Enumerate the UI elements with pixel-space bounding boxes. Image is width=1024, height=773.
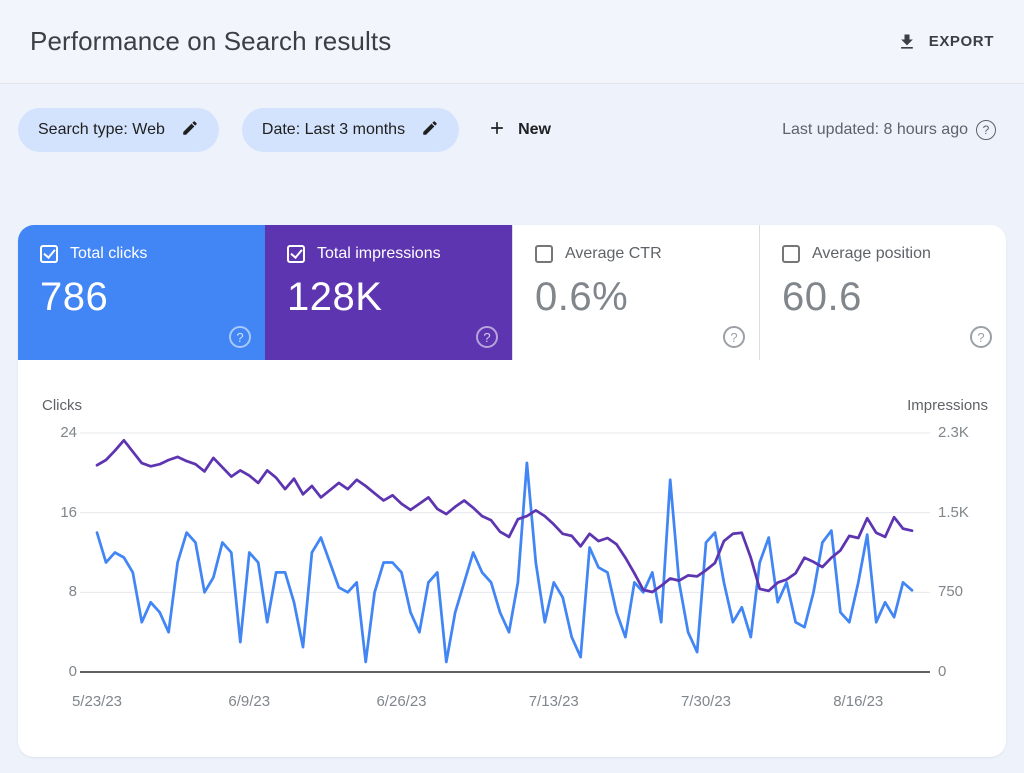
export-label: EXPORT [929, 33, 994, 50]
checkbox-checked-icon[interactable] [287, 245, 305, 263]
series-line-clicks [97, 463, 912, 662]
search-type-chip-label: Search type: Web [38, 121, 165, 139]
metric-value: 128K [287, 275, 490, 320]
metric-value: 786 [40, 275, 243, 320]
x-axis-tick: 7/13/23 [509, 693, 599, 710]
line-chart-canvas[interactable] [18, 405, 1006, 685]
metric-card-total-impressions[interactable]: Total impressions 128K ? [265, 225, 512, 360]
x-axis-tick: 7/30/23 [661, 693, 751, 710]
help-icon[interactable]: ? [970, 326, 992, 348]
export-button[interactable]: EXPORT [897, 32, 994, 52]
filter-row: Search type: Web Date: Last 3 months New… [0, 108, 1024, 152]
download-icon [897, 32, 917, 52]
last-updated-text: Last updated: 8 hours ago [782, 121, 968, 139]
help-icon[interactable]: ? [723, 326, 745, 348]
x-axis-tick: 6/9/23 [204, 693, 294, 710]
right-axis-tick: 2.3K [938, 423, 969, 443]
edit-pencil-icon [421, 119, 439, 142]
metric-value: 60.6 [782, 275, 984, 320]
top-bar: Performance on Search results EXPORT [0, 0, 1024, 84]
right-axis-tick: 750 [938, 582, 963, 602]
right-axis-tick: 0 [938, 662, 946, 682]
new-button-label: New [518, 121, 551, 139]
last-updated-status: Last updated: 8 hours ago ? [782, 120, 996, 140]
checkbox-unchecked-icon[interactable] [535, 245, 553, 263]
left-axis-tick: 8 [18, 582, 77, 602]
plus-icon [487, 118, 507, 143]
x-axis-tick: 5/23/23 [52, 693, 142, 710]
page-title: Performance on Search results [30, 26, 391, 57]
checkbox-unchecked-icon[interactable] [782, 245, 800, 263]
help-icon[interactable]: ? [229, 326, 251, 348]
x-axis-tick: 8/16/23 [813, 693, 903, 710]
metric-row: Total clicks 786 ? Total impressions 128… [18, 225, 1006, 360]
help-icon[interactable]: ? [976, 120, 996, 140]
metric-label: Average CTR [565, 245, 662, 263]
left-axis-tick: 16 [18, 503, 77, 523]
performance-card: Total clicks 786 ? Total impressions 128… [18, 225, 1006, 757]
metric-card-total-clicks[interactable]: Total clicks 786 ? [18, 225, 265, 360]
right-axis-tick: 1.5K [938, 503, 969, 523]
date-range-chip-label: Date: Last 3 months [262, 121, 405, 139]
left-axis-tick: 0 [18, 662, 77, 682]
series-line-impressions [97, 440, 912, 592]
checkbox-checked-icon[interactable] [40, 245, 58, 263]
search-type-chip[interactable]: Search type: Web [18, 108, 219, 152]
left-axis-tick: 24 [18, 423, 77, 443]
help-icon[interactable]: ? [476, 326, 498, 348]
performance-chart: Clicks Impressions 241680 2.3K1.5K7500 5… [18, 360, 1006, 757]
metric-label: Total clicks [70, 245, 147, 263]
metric-label: Total impressions [317, 245, 441, 263]
date-range-chip[interactable]: Date: Last 3 months [242, 108, 459, 152]
x-axis-tick: 6/26/23 [357, 693, 447, 710]
metric-card-average-position[interactable]: Average position 60.6 ? [759, 225, 1006, 360]
new-filter-button[interactable]: New [487, 118, 551, 143]
metric-card-average-ctr[interactable]: Average CTR 0.6% ? [512, 225, 759, 360]
metric-label: Average position [812, 245, 931, 263]
metric-value: 0.6% [535, 275, 737, 320]
edit-pencil-icon [181, 119, 199, 142]
